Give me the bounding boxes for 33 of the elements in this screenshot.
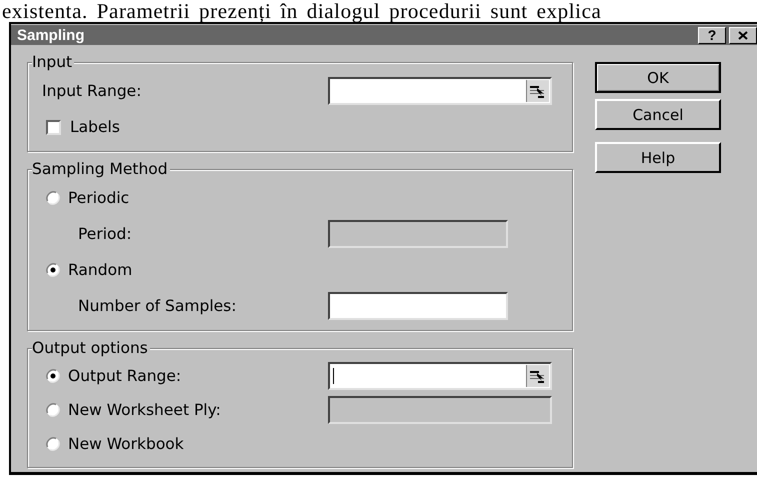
group-title: Input <box>32 54 74 71</box>
dialog-button[interactable]: Cancel <box>595 99 721 130</box>
group-title: Output options <box>32 340 150 357</box>
radio-button[interactable] <box>46 263 60 277</box>
radio-button[interactable] <box>46 191 60 205</box>
dialog-button[interactable]: OK <box>595 62 721 93</box>
radio-label[interactable]: Random <box>68 261 132 279</box>
help-button[interactable]: ? <box>698 26 726 44</box>
window-title: Sampling <box>17 26 85 44</box>
radio-button[interactable] <box>46 403 60 417</box>
dialog-button[interactable]: Help <box>595 142 721 173</box>
input-field[interactable] <box>328 292 508 320</box>
cell-pointer-icon <box>530 370 544 382</box>
radio-button[interactable] <box>46 369 60 383</box>
radio-label[interactable]: New Workbook <box>68 435 184 453</box>
input-field[interactable] <box>328 362 552 390</box>
field-label: Period: <box>77 225 133 243</box>
close-icon <box>738 30 748 40</box>
checkbox-label[interactable]: Labels <box>70 118 120 136</box>
group-title: Sampling Method <box>32 161 170 178</box>
collapse-dialog-button[interactable] <box>526 365 549 387</box>
field-label: Input Range: <box>42 82 142 100</box>
collapse-dialog-button[interactable] <box>526 80 549 102</box>
close-button[interactable] <box>729 26 757 44</box>
cell-pointer-icon <box>530 86 544 98</box>
radio-label[interactable]: Output Range: <box>68 367 182 385</box>
radio-button[interactable] <box>46 437 60 451</box>
document-text: existenta. Parametrii prezenți în dialogul procedurii sunt explica <box>2 0 602 22</box>
radio-label[interactable]: Periodic <box>68 189 130 207</box>
checkbox[interactable] <box>46 120 61 134</box>
radio-label[interactable]: New Worksheet Ply: <box>68 401 221 419</box>
input-field[interactable] <box>328 77 552 105</box>
field-label: Number of Samples: <box>77 297 238 315</box>
